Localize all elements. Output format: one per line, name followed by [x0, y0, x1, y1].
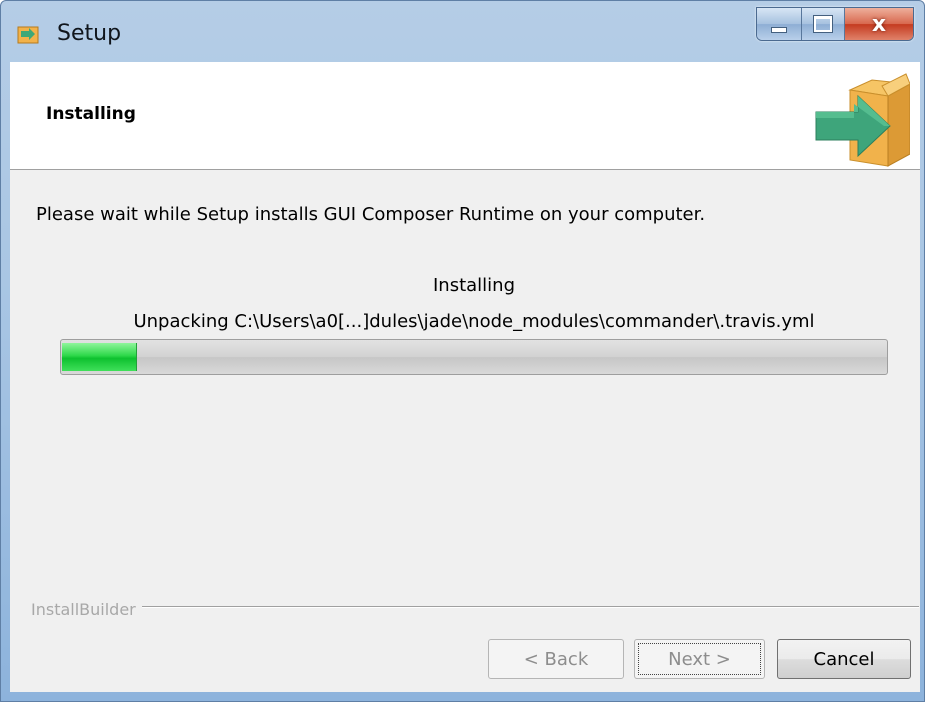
- minimize-button[interactable]: [757, 8, 802, 40]
- cancel-button[interactable]: Cancel: [777, 639, 911, 679]
- setup-app-icon: [17, 26, 39, 44]
- close-button[interactable]: x: [845, 8, 913, 40]
- progress-fill: [62, 343, 137, 371]
- status-detail: Unpacking C:\Users\a0[...]dules\jade\nod…: [133, 311, 815, 332]
- install-box-arrow-icon: [815, 73, 910, 167]
- maximize-button[interactable]: [802, 8, 845, 40]
- minimize-icon: [771, 27, 787, 33]
- next-button[interactable]: Next >: [634, 639, 765, 679]
- install-description: Please wait while Setup installs GUI Com…: [36, 204, 706, 225]
- footer-divider: [31, 606, 919, 608]
- brand-label: InstallBuilder: [31, 600, 142, 619]
- caption-buttons: x: [756, 7, 914, 41]
- maximize-icon: [814, 16, 832, 32]
- window-title: Setup: [57, 21, 122, 46]
- page-title: Installing: [46, 104, 136, 124]
- back-button[interactable]: < Back: [488, 639, 624, 679]
- page-header: Installing: [10, 62, 920, 170]
- status-title: Installing: [432, 275, 516, 296]
- focus-rectangle: [638, 643, 761, 675]
- close-icon: x: [871, 11, 887, 37]
- title-bar[interactable]: Setup x: [1, 1, 925, 63]
- progress-bar: [60, 339, 888, 375]
